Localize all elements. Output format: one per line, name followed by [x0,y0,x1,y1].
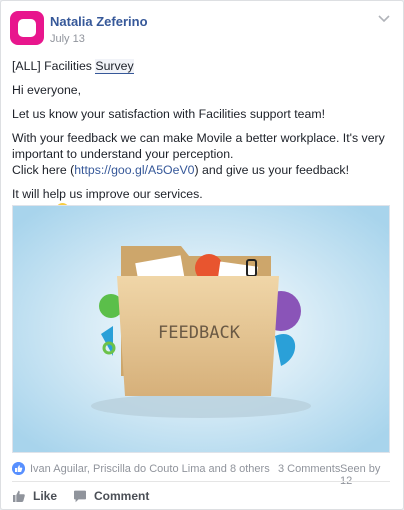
greeting-text: Hi everyone, [12,83,82,97]
post-body: [ALL] Facilities Survey Hi everyone, Let… [12,58,396,218]
post-card: Natalia Zeferino July 13 [ALL] Facilitie… [0,0,404,510]
post-title-prefix: [ALL] Facilities [12,59,96,73]
comment-icon [74,490,86,502]
post-title-highlight: Survey [95,59,134,74]
post-title: [ALL] Facilities Survey [12,58,396,74]
post-image[interactable]: FEEDBACK [12,205,390,453]
thumbs-up-icon [13,490,25,502]
body-paragraph: With your feedback we can make Movile a … [12,131,385,161]
click-line: Click here (https://goo.gl/A5OeV0) and g… [12,162,396,178]
post-date[interactable]: July 13 [50,33,85,45]
click-suffix: ) and give us your feedback! [194,163,350,177]
like-label: Like [33,489,58,503]
divider [12,481,390,482]
like-button[interactable]: Like [12,489,57,503]
seen-count[interactable]: Seen by 12 [340,463,390,487]
comments-count[interactable]: 3 Comments [278,463,340,475]
body-line-1: Let us know your satisfaction with Facil… [12,107,326,121]
image-caption: FEEDBACK [158,323,241,343]
like-badge-icon [12,462,25,475]
click-prefix: Click here ( [12,163,75,177]
comment-button[interactable]: Comment [73,489,149,503]
body-line-3: It will help us improve our services. [12,187,203,201]
likers-link[interactable]: Ivan Aguilar, Priscilla do Couto Lima an… [30,463,270,475]
author-avatar[interactable] [10,11,44,45]
chevron-down-icon[interactable] [377,13,391,23]
survey-link[interactable]: https://goo.gl/A5OeV0 [74,163,194,177]
comment-label: Comment [94,489,150,503]
author-name[interactable]: Natalia Zeferino [50,14,148,29]
feedback-folder-illustration: FEEDBACK [13,206,389,452]
